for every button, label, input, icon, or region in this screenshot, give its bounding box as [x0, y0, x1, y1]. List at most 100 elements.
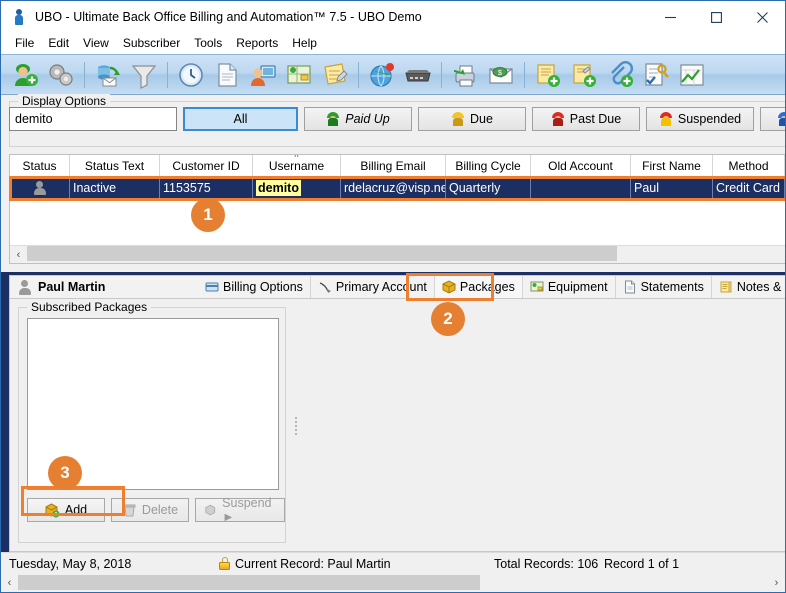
equipment-icon: [530, 281, 544, 292]
menu-item-tools[interactable]: Tools: [187, 35, 229, 52]
billing-options-icon: [205, 282, 219, 292]
status-date: Tuesday, May 8, 2018: [9, 556, 132, 571]
grid-scroll-left-arrow[interactable]: ‹: [10, 246, 27, 263]
grid-scroll-thumb[interactable]: [27, 246, 617, 261]
grid-cell-status: [10, 177, 70, 198]
window-scroll-left-arrow[interactable]: ‹: [1, 575, 18, 592]
tab-packages[interactable]: Packages: [434, 276, 523, 298]
filter-button-due[interactable]: Due: [418, 107, 526, 131]
checklist-key-icon[interactable]: [638, 57, 674, 93]
settings-gears-icon[interactable]: [43, 57, 79, 93]
person-avatar-icon: [17, 280, 32, 295]
user-workstation-icon[interactable]: [245, 57, 281, 93]
menu-item-view[interactable]: View: [76, 35, 116, 52]
annotation-badge-2: 2: [431, 302, 465, 336]
tab-billing-options[interactable]: Billing Options: [198, 276, 311, 298]
grid-header-status[interactable]: Status: [10, 155, 70, 176]
person-grey-inactive-icon: [32, 180, 47, 195]
clock-history-icon[interactable]: [173, 57, 209, 93]
tab-notes-history[interactable]: Notes & History: [712, 276, 785, 298]
application-window: UBO - Ultimate Back Office Billing and A…: [0, 0, 786, 593]
email-money-icon[interactable]: $: [483, 57, 519, 93]
filter-label-paid-up: Paid Up: [345, 112, 390, 126]
grid-cell-billing-email: rdelacruz@visp.net: [341, 177, 446, 198]
note-settings-icon[interactable]: [566, 57, 602, 93]
tab-label-statements: Statements: [640, 280, 704, 294]
person-red-icon: [551, 112, 565, 126]
close-button[interactable]: [739, 1, 785, 33]
status-current-record-cell: Current Record: Paul Martin: [219, 557, 494, 571]
menu-item-subscriber[interactable]: Subscriber: [116, 35, 187, 52]
chart-report-icon[interactable]: [674, 57, 710, 93]
tab-statements[interactable]: Statements: [616, 276, 712, 298]
hardware-router-icon[interactable]: [400, 57, 436, 93]
grid-horizontal-scrollbar[interactable]: ‹: [10, 245, 785, 263]
grid-header-billing-email[interactable]: Billing Email: [341, 155, 446, 176]
grid-header-method[interactable]: Method: [713, 155, 785, 176]
detail-tab-bar: Paul Martin Billing Options Primary Acco…: [9, 275, 785, 299]
grid-cell-username: demito: [253, 177, 341, 198]
grid-header-username[interactable]: ^ Username: [253, 155, 341, 176]
filter-button-paid-up[interactable]: Paid Up: [304, 107, 412, 131]
status-current-record: Current Record: Paul Martin: [235, 556, 391, 571]
statements-icon: [624, 280, 635, 294]
tab-primary-account[interactable]: Primary Account: [311, 276, 435, 298]
window-scroll-right-arrow[interactable]: ›: [768, 575, 785, 592]
panel-splitter-handle[interactable]: [293, 417, 298, 435]
window-scroll-thumb[interactable]: [18, 574, 480, 590]
grid-header-first-name[interactable]: First Name: [631, 155, 713, 176]
packages-panel-body: Subscribed Packages Add Delete Suspend ►…: [9, 299, 785, 552]
status-record-position-cell: Record 1 of 1: [604, 557, 679, 571]
tab-equipment[interactable]: Equipment: [523, 276, 616, 298]
tab-label-packages: Packages: [459, 280, 515, 294]
minimize-button[interactable]: [647, 1, 693, 33]
main-toolbar: $: [1, 54, 785, 95]
grid-header-old-account[interactable]: Old Account: [531, 155, 631, 176]
grid-cell-old-account: [531, 177, 631, 198]
maximize-button[interactable]: [693, 1, 739, 33]
app-logo-icon: [11, 9, 27, 25]
grid-scroll-track[interactable]: [27, 246, 785, 263]
window-horizontal-scrollbar[interactable]: ‹ ›: [1, 574, 785, 592]
attachment-add-icon[interactable]: [602, 57, 638, 93]
menu-item-help[interactable]: Help: [285, 35, 324, 52]
tab-label-billing-options: Billing Options: [223, 280, 303, 294]
search-input[interactable]: [9, 107, 177, 131]
menu-bar: File Edit View Subscriber Tools Reports …: [1, 33, 785, 54]
subject-name-label: Paul Martin: [38, 280, 106, 294]
filter-button-hibernate[interactable]: Hibernate: [760, 107, 785, 131]
payment-printer-icon[interactable]: [447, 57, 483, 93]
globe-alert-icon[interactable]: [364, 57, 400, 93]
annotation-badge-1: 1: [191, 198, 225, 232]
grid-header-customer-id[interactable]: Customer ID: [160, 155, 253, 176]
add-package-icon: [45, 502, 60, 518]
primary-account-icon: [319, 282, 331, 293]
filter-funnel-icon[interactable]: [126, 57, 162, 93]
status-record-position: Record 1 of 1: [604, 556, 680, 571]
delete-package-button[interactable]: Delete: [111, 498, 189, 522]
display-options-label: Display Options: [18, 94, 111, 108]
subscriber-grid: Status Status Text Customer ID ^ Usernam…: [9, 154, 785, 264]
database-refresh-icon[interactable]: [90, 57, 126, 93]
document-icon[interactable]: [209, 57, 245, 93]
detail-subject: Paul Martin: [10, 280, 198, 295]
filter-button-past-due[interactable]: Past Due: [532, 107, 640, 131]
window-controls: [647, 1, 785, 33]
menu-item-file[interactable]: File: [8, 35, 41, 52]
filter-button-all[interactable]: All: [183, 107, 298, 131]
window-scroll-track[interactable]: [18, 574, 768, 592]
grid-cell-first-name: Paul: [631, 177, 713, 198]
network-map-icon[interactable]: [281, 57, 317, 93]
table-row[interactable]: Inactive 1153575 demito rdelacruz@visp.n…: [10, 177, 785, 198]
add-package-button[interactable]: Add: [27, 498, 105, 522]
grid-header-status-text[interactable]: Status Text: [70, 155, 160, 176]
suspend-package-button[interactable]: Suspend ►: [195, 496, 285, 524]
add-subscriber-icon[interactable]: [7, 57, 43, 93]
notes-edit-icon[interactable]: [317, 57, 353, 93]
menu-item-reports[interactable]: Reports: [229, 35, 285, 52]
tab-label-primary-account: Primary Account: [335, 280, 427, 294]
menu-item-edit[interactable]: Edit: [41, 35, 76, 52]
filter-button-suspended[interactable]: Suspended: [646, 107, 754, 131]
grid-header-billing-cycle[interactable]: Billing Cycle: [446, 155, 531, 176]
new-note-icon[interactable]: [530, 57, 566, 93]
